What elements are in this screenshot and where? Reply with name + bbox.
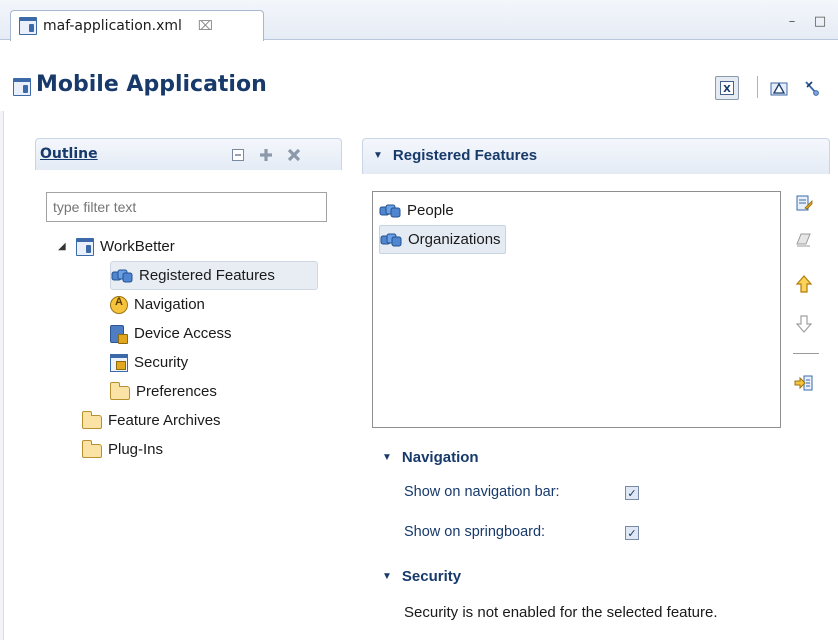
- tree-item-plug-ins[interactable]: Plug-Ins: [82, 435, 338, 464]
- security-icon: [110, 353, 128, 372]
- application-icon: [76, 237, 94, 256]
- tree-item-label: Device Access: [134, 325, 232, 342]
- tree-item-preferences[interactable]: Preferences: [110, 377, 338, 406]
- folder-icon: [82, 410, 102, 429]
- tree-item-label: Registered Features: [139, 267, 275, 284]
- svg-text:X: X: [723, 84, 731, 95]
- editor-tab[interactable]: maf-application.xml ⌧: [10, 10, 264, 41]
- navigation-section-toggle[interactable]: ▼ Navigation: [382, 449, 479, 466]
- pin-button[interactable]: [800, 76, 824, 100]
- side-toolbar-separator: [793, 353, 819, 354]
- list-item-organizations[interactable]: Organizations: [379, 225, 506, 254]
- edit-feature-button[interactable]: [793, 192, 815, 214]
- tree-item-label: Preferences: [136, 383, 217, 400]
- collapse-triangle-icon: ▼: [382, 571, 392, 582]
- application-icon: [13, 78, 31, 96]
- tree-item-security[interactable]: Security: [110, 348, 338, 377]
- source-xml-icon: X: [720, 81, 734, 95]
- collapse-all-icon[interactable]: [229, 147, 247, 165]
- show-on-navigation-bar-label: Show on navigation bar:: [404, 484, 560, 500]
- import-icon: [794, 375, 813, 391]
- maximize-icon[interactable]: □: [812, 14, 828, 29]
- add-icon[interactable]: [257, 147, 275, 165]
- tree-item-feature-archives[interactable]: Feature Archives: [82, 406, 338, 435]
- list-item-label: Organizations: [408, 231, 501, 248]
- close-tab-icon[interactable]: ⌧: [198, 19, 213, 34]
- source-xml-button[interactable]: X: [715, 76, 739, 100]
- list-item-label: People: [407, 202, 454, 219]
- tree-item-label: Plug-Ins: [108, 441, 164, 458]
- overview-icon: [770, 82, 788, 96]
- tree-item-device-access[interactable]: Device Access: [110, 319, 338, 348]
- remove-feature-button[interactable]: [793, 229, 815, 251]
- feature-icon: [380, 233, 402, 246]
- features-list: People Organizations: [372, 191, 781, 428]
- tree-item-label: WorkBetter: [100, 238, 175, 255]
- eraser-icon: [796, 233, 811, 247]
- minimize-icon[interactable]: –: [784, 14, 800, 29]
- left-border: [0, 111, 4, 640]
- tree-item-registered-features[interactable]: Registered Features: [110, 261, 318, 290]
- registered-features-section-toggle[interactable]: ▼ Registered Features: [373, 147, 537, 164]
- list-item-people[interactable]: People: [379, 196, 774, 225]
- tree-item-label: Navigation: [134, 296, 205, 313]
- move-up-button[interactable]: [793, 273, 815, 295]
- show-on-navigation-bar-checkbox[interactable]: ✓: [625, 486, 639, 500]
- section-title: Security: [401, 568, 462, 585]
- outline-tree: ◢ WorkBetter Registered Features Navigat…: [58, 232, 338, 464]
- show-on-springboard-checkbox[interactable]: ✓: [625, 526, 639, 540]
- show-on-springboard-label: Show on springboard:: [404, 524, 546, 540]
- delete-icon[interactable]: [285, 147, 303, 165]
- pin-icon: [805, 81, 819, 96]
- expand-triangle-icon[interactable]: ◢: [58, 241, 70, 252]
- move-down-button[interactable]: [793, 313, 815, 335]
- outline-title: Outline: [40, 146, 98, 162]
- collapse-triangle-icon: ▼: [373, 150, 383, 161]
- tree-item-workbetter[interactable]: ◢ WorkBetter: [58, 232, 338, 261]
- feature-icon: [111, 269, 133, 282]
- folder-icon: [110, 381, 130, 400]
- overview-button[interactable]: [767, 76, 791, 100]
- navigation-icon: [110, 295, 128, 314]
- edit-icon: [796, 195, 813, 211]
- device-access-icon: [110, 324, 128, 344]
- page-title: Mobile Application: [36, 72, 267, 97]
- editor-tab-label: maf-application.xml: [43, 18, 182, 34]
- section-title: Registered Features: [392, 147, 538, 164]
- outline-filter-input[interactable]: [46, 192, 327, 222]
- collapse-triangle-icon: ▼: [382, 452, 392, 463]
- section-title: Navigation: [401, 449, 479, 466]
- header-separator: [757, 76, 758, 98]
- folder-icon: [82, 439, 102, 458]
- import-feature-button[interactable]: [793, 372, 815, 394]
- arrow-down-icon: [795, 315, 813, 333]
- feature-icon: [379, 204, 401, 217]
- tree-item-navigation[interactable]: Navigation: [110, 290, 338, 319]
- arrow-up-icon: [795, 275, 813, 293]
- tree-item-label: Security: [134, 354, 189, 371]
- security-message: Security is not enabled for the selected…: [404, 604, 718, 621]
- tree-item-label: Feature Archives: [108, 412, 221, 429]
- xml-file-icon: [19, 17, 37, 35]
- security-section-toggle[interactable]: ▼ Security: [382, 568, 461, 585]
